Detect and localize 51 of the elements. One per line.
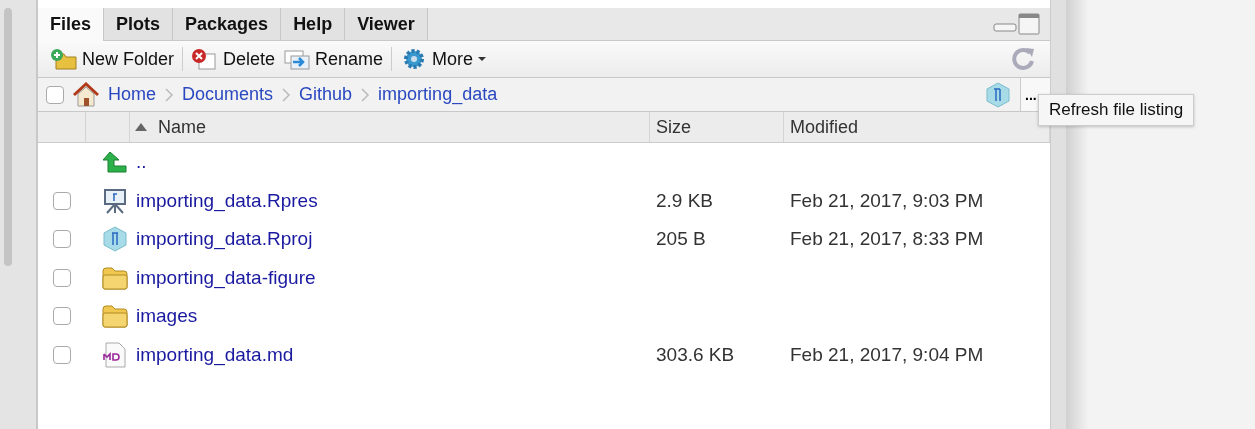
file-size: 205 B — [656, 228, 706, 251]
new-folder-icon — [50, 48, 78, 70]
tooltip: Refresh file listing — [1038, 94, 1195, 126]
toolbar-button[interactable]: Delete — [187, 48, 280, 70]
modified-date: Feb 21, 2017, 9:04 PM — [790, 343, 984, 366]
file-link[interactable]: .. — [136, 151, 147, 174]
cube-icon[interactable] — [984, 80, 1012, 109]
checkbox[interactable] — [53, 307, 71, 326]
toolbar-button[interactable]: Rename — [279, 48, 388, 70]
sort-ascending-icon — [134, 122, 148, 132]
checkbox[interactable] — [53, 230, 71, 249]
checkbox[interactable] — [53, 268, 71, 287]
tab[interactable]: Help — [281, 8, 346, 40]
file-link[interactable]: images — [136, 305, 198, 328]
file-link[interactable]: importing_data-figure — [136, 266, 316, 289]
breadcrumb-link[interactable]: importing_data — [378, 84, 498, 105]
checkbox[interactable] — [46, 85, 64, 104]
easel-icon — [102, 187, 128, 214]
modified-date: Feb 21, 2017, 9:03 PM — [790, 189, 984, 212]
file-size: 303.6 KB — [656, 343, 735, 366]
folder-icon — [102, 265, 128, 290]
breadcrumb-link[interactable]: Documents — [182, 84, 274, 105]
toolbar-button[interactable]: New Folder — [46, 48, 179, 70]
toolbar-button[interactable]: More — [396, 48, 492, 70]
checkbox[interactable] — [53, 345, 71, 364]
caret-icon — [477, 56, 488, 62]
tab[interactable]: Packages — [173, 8, 282, 40]
tab[interactable]: Plots — [104, 8, 174, 40]
file-link[interactable]: importing_data.Rproj — [136, 228, 313, 251]
chevron-icon — [360, 86, 371, 103]
up-arrow-icon — [102, 150, 128, 175]
home-icon[interactable] — [72, 81, 100, 108]
folder-icon — [102, 304, 128, 329]
scrollbar[interactable] — [4, 8, 12, 266]
chevron-icon — [164, 86, 174, 103]
tab[interactable]: Viewer — [345, 8, 428, 40]
file-link[interactable]: importing_data.Rpres — [136, 189, 318, 212]
column-header[interactable]: Size — [650, 112, 784, 142]
rename-icon — [283, 48, 312, 70]
file-size: 2.9 KB — [656, 189, 714, 212]
checkbox[interactable] — [53, 191, 71, 210]
minimize-maximize-icon[interactable] — [992, 12, 1040, 36]
tab[interactable]: Files — [38, 8, 105, 41]
cube-icon — [102, 226, 128, 253]
chevron-icon — [281, 86, 292, 103]
file-link[interactable]: importing_data.md — [136, 343, 294, 366]
document-icon — [102, 341, 128, 368]
modified-date: Feb 21, 2017, 8:33 PM — [790, 228, 984, 251]
breadcrumb-link[interactable]: Github — [299, 84, 353, 105]
column-header[interactable]: Name — [84, 112, 650, 142]
breadcrumb-link[interactable]: Home — [108, 84, 156, 105]
